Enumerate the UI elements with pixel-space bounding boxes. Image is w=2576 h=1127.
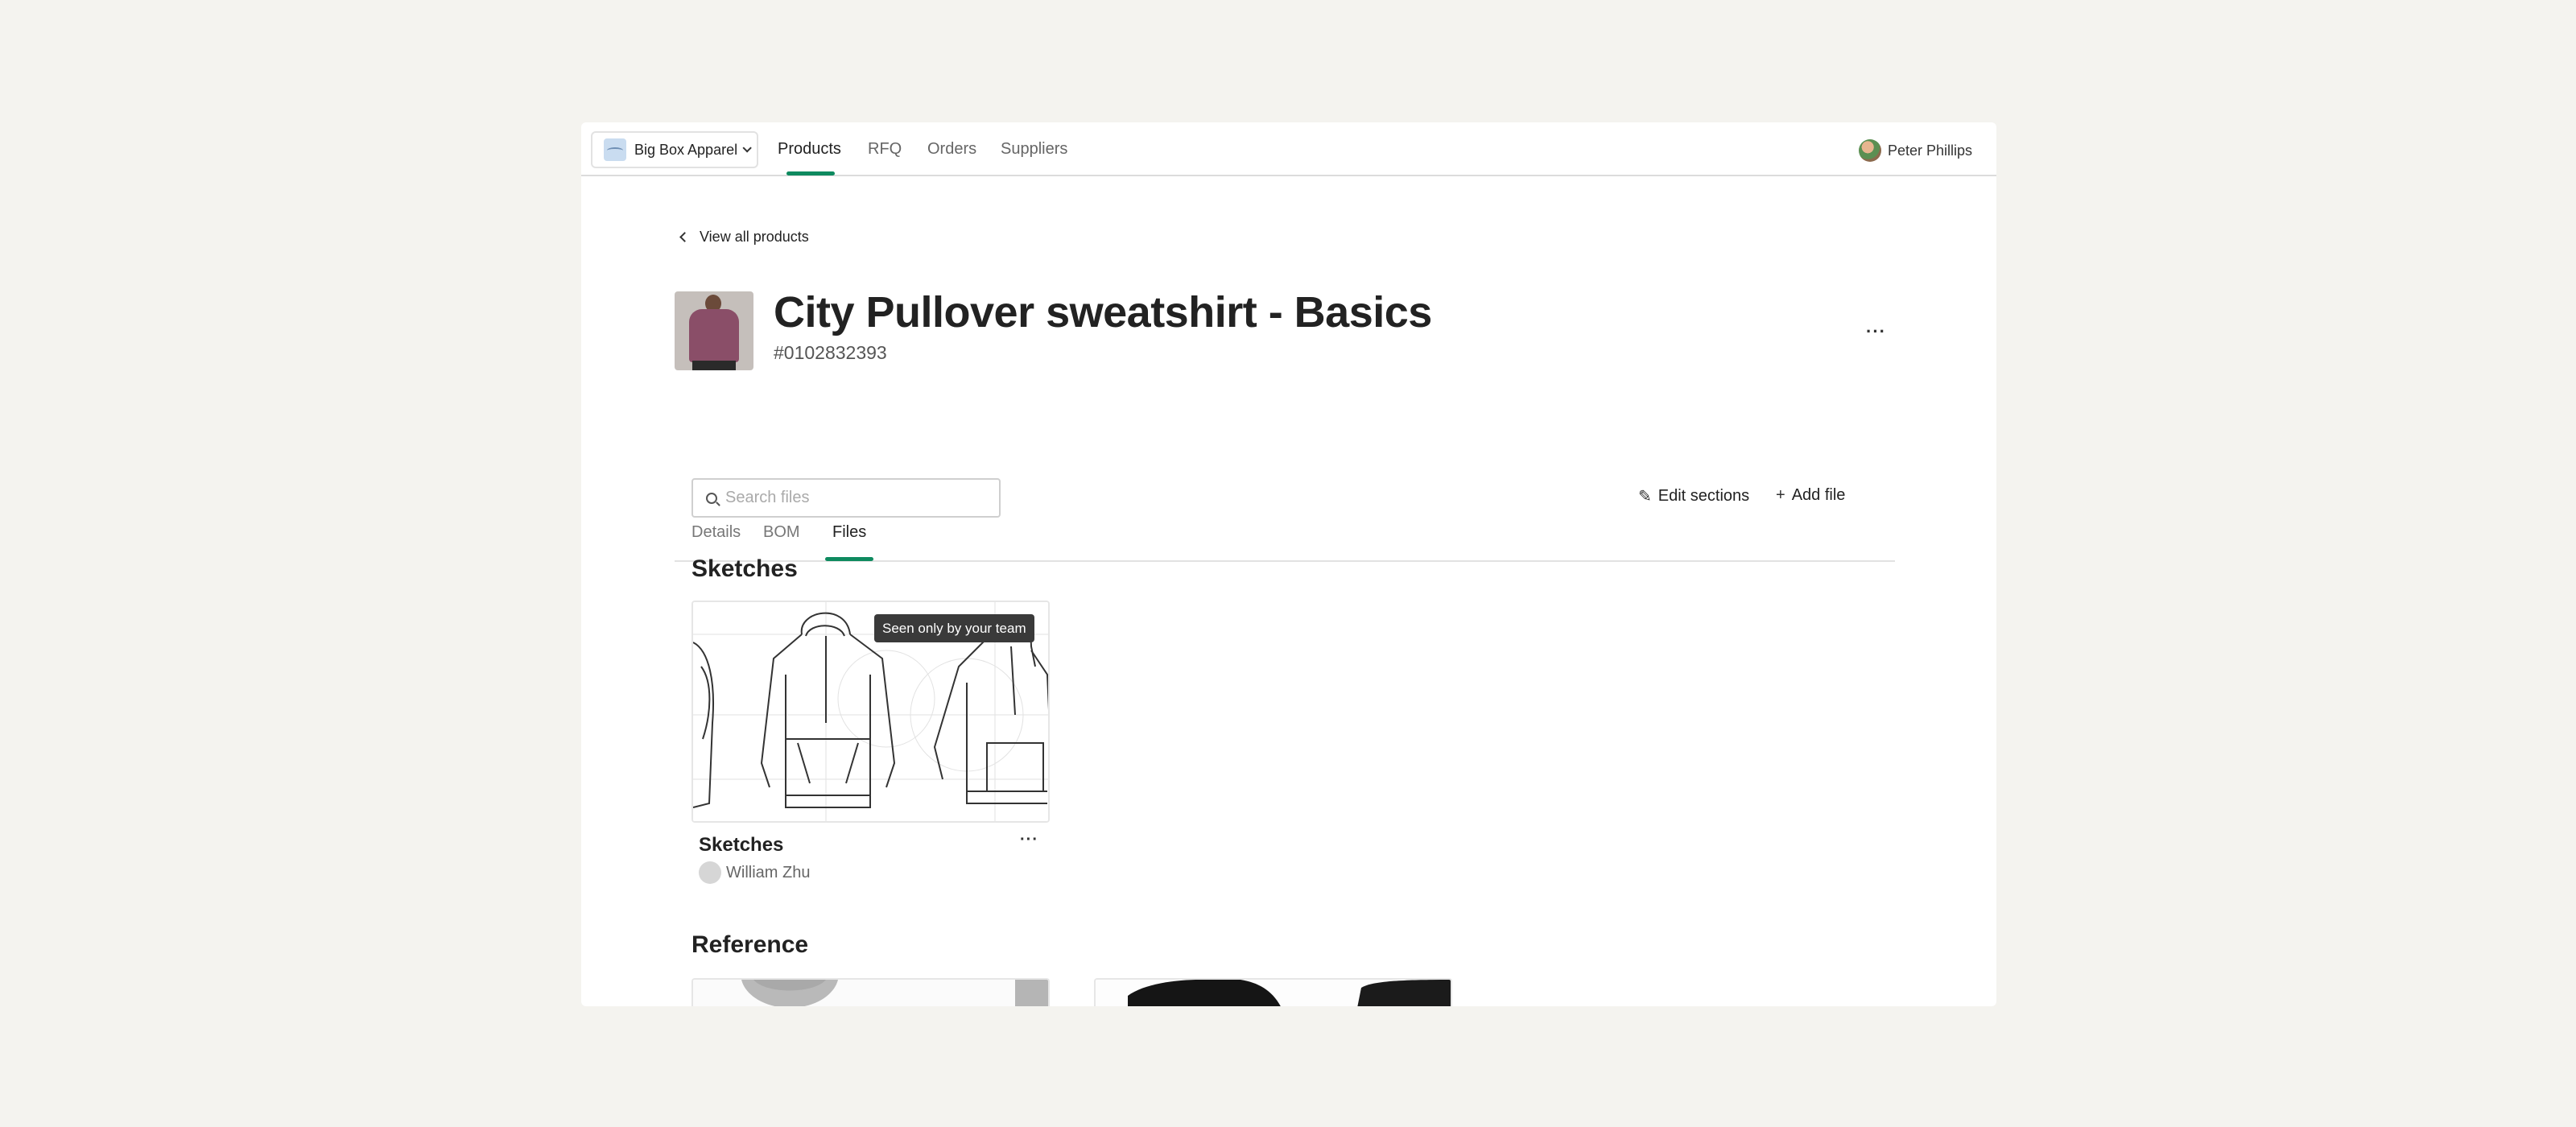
org-switcher[interactable]: Big Box Apparel bbox=[591, 131, 758, 168]
org-name: Big Box Apparel bbox=[634, 141, 738, 158]
reference-preview-image bbox=[1096, 980, 1451, 1006]
file-card-reference-1[interactable] bbox=[691, 978, 1050, 1006]
author-name: William Zhu bbox=[726, 863, 811, 881]
nav-tab-orders[interactable]: Orders bbox=[927, 140, 976, 159]
visibility-badge: Seen only by your team bbox=[874, 614, 1034, 642]
reference-preview-image bbox=[693, 980, 1048, 1006]
add-file-label: Add file bbox=[1791, 486, 1846, 504]
nav-tab-suppliers[interactable]: Suppliers bbox=[1001, 140, 1067, 159]
pencil-icon: ✎ bbox=[1638, 488, 1652, 506]
plus-icon: + bbox=[1776, 486, 1785, 504]
back-to-products-link[interactable]: View all products bbox=[679, 229, 809, 246]
more-icon[interactable]: ··· bbox=[1866, 321, 1886, 342]
file-card-title: Sketches bbox=[699, 834, 784, 856]
section-title-sketches: Sketches bbox=[691, 555, 798, 582]
avatar bbox=[699, 861, 721, 884]
tab-bom[interactable]: BOM bbox=[763, 523, 800, 542]
product-sku: #0102832393 bbox=[774, 342, 887, 363]
user-name: Peter Phillips bbox=[1887, 142, 1972, 159]
edit-sections-button[interactable]: ✎ Edit sections bbox=[1638, 486, 1749, 506]
more-icon[interactable]: ··· bbox=[1020, 831, 1038, 849]
search-files-field[interactable] bbox=[691, 478, 1001, 518]
file-author: William Zhu bbox=[699, 861, 810, 884]
app-window: Big Box Apparel Products RFQ Orders Supp… bbox=[581, 122, 1996, 1006]
file-card-reference-2[interactable] bbox=[1094, 978, 1452, 1006]
nav-tab-rfq[interactable]: RFQ bbox=[868, 140, 902, 159]
section-title-reference: Reference bbox=[691, 931, 809, 958]
avatar bbox=[1858, 139, 1881, 162]
nav-active-indicator bbox=[786, 171, 835, 175]
org-logo bbox=[604, 138, 626, 161]
search-input[interactable] bbox=[725, 489, 983, 507]
edit-sections-label: Edit sections bbox=[1657, 487, 1750, 505]
nav-tab-products[interactable]: Products bbox=[778, 140, 841, 159]
user-menu[interactable]: Peter Phillips bbox=[1858, 139, 1972, 162]
chevron-left-icon bbox=[679, 232, 690, 242]
chevron-down-icon bbox=[742, 143, 752, 153]
back-label: View all products bbox=[700, 229, 809, 245]
tab-files[interactable]: Files bbox=[832, 523, 866, 542]
product-thumbnail bbox=[675, 291, 753, 370]
tab-active-indicator bbox=[825, 557, 873, 561]
top-nav: Big Box Apparel Products RFQ Orders Supp… bbox=[581, 122, 1996, 176]
add-file-button[interactable]: + Add file bbox=[1776, 486, 1845, 505]
tab-details[interactable]: Details bbox=[691, 523, 741, 542]
search-icon bbox=[706, 492, 717, 504]
page-title: City Pullover sweatshirt - Basics bbox=[774, 288, 1432, 336]
